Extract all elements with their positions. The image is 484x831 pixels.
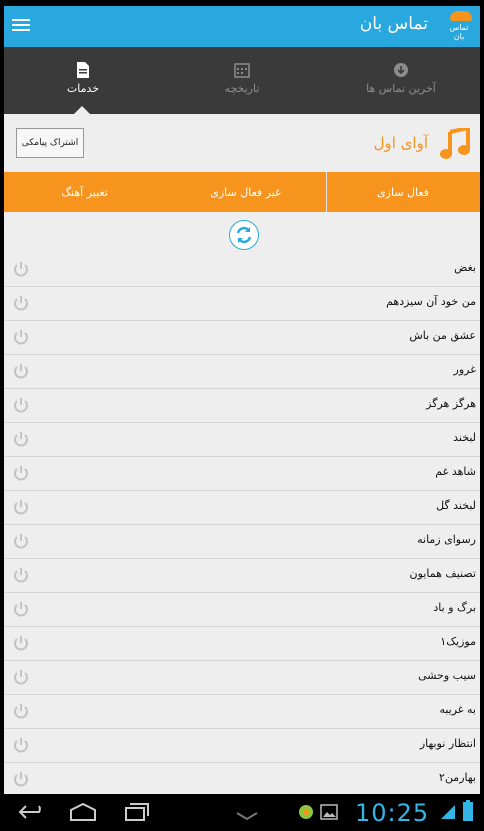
app-logo: تماس بان (434, 9, 476, 45)
device-frame: تماس بان تماس بان خدمات تاریخچه آخرین تم… (0, 0, 484, 831)
gallery-icon (320, 804, 338, 824)
keyboard-hide-icon[interactable] (235, 806, 259, 825)
power-icon[interactable] (12, 294, 30, 312)
menu-icon[interactable] (12, 16, 30, 36)
refresh-icon[interactable] (229, 220, 259, 250)
document-icon (4, 62, 162, 78)
list-item[interactable]: هرگز هرگز (4, 389, 480, 423)
list-item[interactable]: غرور (4, 355, 480, 389)
action-bar: تغییر آهنگ غیر فعال سازی فعال سازی (4, 172, 480, 212)
power-icon[interactable] (12, 362, 30, 380)
notification-app-icon (298, 804, 314, 824)
download-icon (322, 62, 480, 78)
song-title: بغض (454, 261, 476, 274)
song-title: من خود آن سیزدهم (386, 295, 476, 308)
list-item[interactable]: تصنیف همایون (4, 559, 480, 593)
app-bar: تماس بان تماس بان (4, 6, 480, 47)
section-title: آوای اول (373, 134, 428, 152)
tab-history[interactable]: تاریخچه (163, 47, 321, 114)
power-icon[interactable] (12, 668, 30, 686)
activate-button[interactable]: فعال سازی (326, 172, 480, 212)
deactivate-button[interactable]: غیر فعال سازی (165, 172, 327, 212)
power-icon[interactable] (12, 634, 30, 652)
list-item[interactable]: به غریبه (4, 695, 480, 729)
phone-icon (450, 11, 472, 21)
list-item[interactable]: رسوای زمانه (4, 525, 480, 559)
tab-recent-calls[interactable]: آخرین تماس ها (322, 47, 480, 114)
power-icon[interactable] (12, 532, 30, 550)
battery-icon (462, 800, 474, 826)
active-tab-indicator (74, 106, 90, 114)
tab-bar: خدمات تاریخچه آخرین تماس ها (4, 47, 480, 114)
song-title: غرور (453, 363, 476, 376)
list-item[interactable]: موزیک۱ (4, 627, 480, 661)
list-item[interactable]: شاهد غم (4, 457, 480, 491)
song-title: شاهد غم (435, 465, 476, 478)
back-icon[interactable] (18, 802, 48, 826)
song-title: انتظار نوبهار (419, 737, 476, 750)
home-icon[interactable] (68, 802, 98, 826)
power-icon[interactable] (12, 430, 30, 448)
list-item[interactable]: عشق من باش (4, 321, 480, 355)
list-item[interactable]: من خود آن سیزدهم (4, 287, 480, 321)
calendar-icon (163, 62, 321, 78)
tab-recent-calls-label: آخرین تماس ها (366, 82, 436, 95)
list-item[interactable]: لبخند (4, 423, 480, 457)
song-title: تصنیف همایون (409, 567, 476, 580)
power-icon[interactable] (12, 566, 30, 584)
list-item[interactable]: بهارمن۲ (4, 763, 480, 794)
section-header: اشتراک پیامکی آوای اول (4, 114, 480, 172)
recent-apps-icon[interactable] (120, 802, 150, 826)
list-item[interactable]: انتظار نوبهار (4, 729, 480, 763)
list-item[interactable]: لبخند گل (4, 491, 480, 525)
power-icon[interactable] (12, 396, 30, 414)
song-title: لبخند (453, 431, 476, 444)
song-title: بهارمن۲ (439, 771, 476, 784)
power-icon[interactable] (12, 498, 30, 516)
tab-services-label: خدمات (66, 82, 100, 95)
sms-subscription-button[interactable]: اشتراک پیامکی (16, 128, 84, 158)
music-note-icon (438, 125, 472, 160)
list-item[interactable]: بغض (4, 253, 480, 287)
tab-history-label: تاریخچه (224, 82, 260, 95)
app-title: تماس بان (359, 14, 428, 34)
power-icon[interactable] (12, 328, 30, 346)
song-title: عشق من باش (409, 329, 476, 342)
list-item[interactable]: سیب وحشی (4, 661, 480, 695)
song-title: لبخند گل (436, 499, 476, 512)
song-title: برگ و باد (433, 601, 476, 614)
tab-services[interactable]: خدمات (4, 47, 162, 114)
logo-text: تماس بان (449, 23, 469, 41)
power-icon[interactable] (12, 260, 30, 278)
song-title: سیب وحشی (418, 669, 476, 682)
song-title: هرگز هرگز (426, 397, 476, 410)
signal-icon (440, 802, 456, 824)
power-icon[interactable] (12, 702, 30, 720)
song-title: رسوای زمانه (417, 533, 476, 546)
power-icon[interactable] (12, 464, 30, 482)
app-screen: تماس بان تماس بان خدمات تاریخچه آخرین تم… (4, 6, 480, 794)
power-icon[interactable] (12, 770, 30, 788)
song-title: موزیک۱ (440, 635, 476, 648)
list-item[interactable]: برگ و باد (4, 593, 480, 627)
system-nav-bar: 10:25 (0, 794, 484, 831)
power-icon[interactable] (12, 600, 30, 618)
ringtone-list: بغض من خود آن سیزدهم عشق من باش غرور هرگز هر… (4, 253, 480, 794)
change-tone-button[interactable]: تغییر آهنگ (4, 172, 165, 212)
song-title: به غریبه (439, 703, 476, 716)
status-clock: 10:25 (355, 799, 430, 827)
power-icon[interactable] (12, 736, 30, 754)
